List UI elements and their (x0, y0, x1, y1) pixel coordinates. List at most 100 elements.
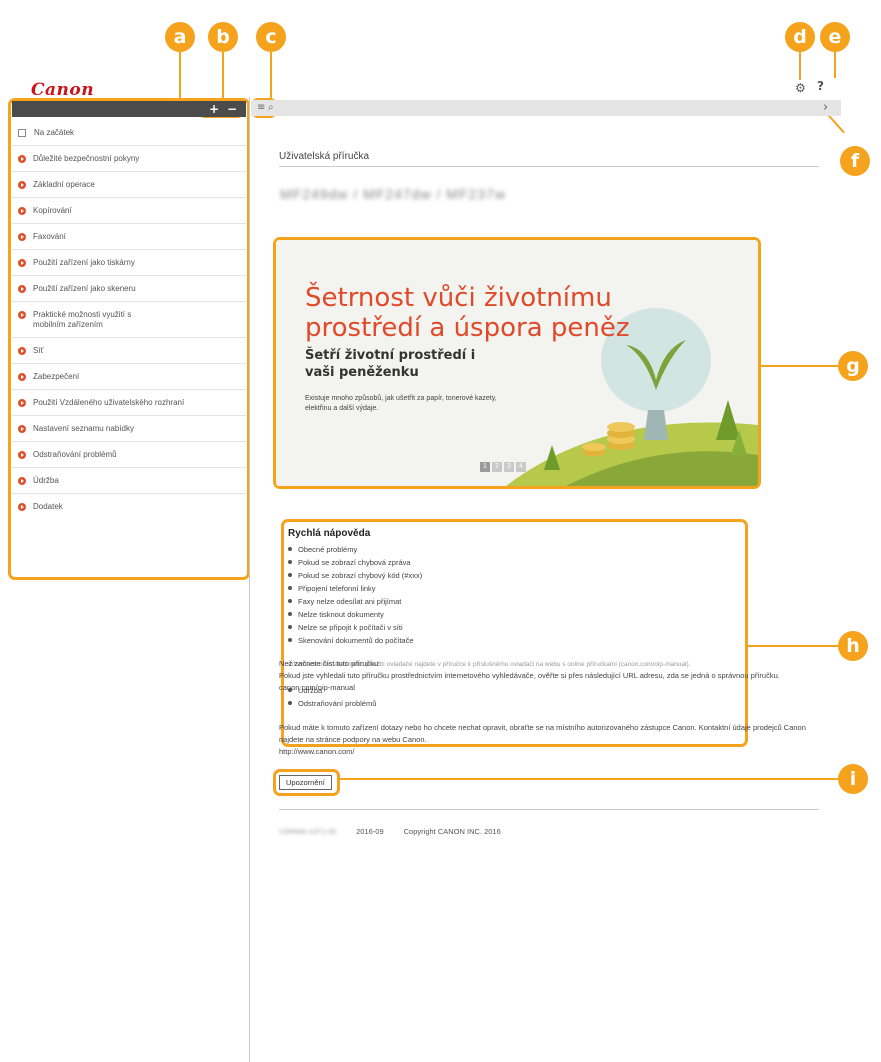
quick-help-link[interactable]: Odstraňování problémů (288, 697, 738, 710)
sidebar-item-label: Kopírování (33, 206, 72, 215)
search-icon[interactable]: ⌕ (268, 102, 274, 113)
content-divider (249, 97, 250, 1062)
arrow-bullet-icon (18, 477, 26, 485)
sidebar-item[interactable]: Dodatek (12, 494, 246, 519)
quick-help-link[interactable]: Nelze se připojit k počítači v síti (288, 621, 738, 634)
callout-f: f (840, 146, 870, 176)
quick-help-link[interactable]: Pokud se zobrazí chybový kód (#xxx) (288, 569, 738, 582)
model-name: MF249dw / MF247dw / MF237w (280, 186, 506, 202)
callout-b: b (208, 22, 238, 52)
carousel-pagination: 1 2 3 4 (480, 462, 526, 472)
sidebar-item[interactable]: Praktické možnosti využití s mobilním za… (12, 302, 246, 338)
sidebar-item[interactable]: Na začátek (12, 120, 246, 146)
collapse-all-icon[interactable]: − (227, 103, 237, 115)
publish-date: 2016-09 (356, 827, 384, 836)
callout-g: g (838, 351, 868, 381)
sidebar: + − Na začátek Důležité bezpečnostní pok… (10, 100, 248, 578)
toolbar: ≡ ⌕ › (251, 100, 841, 116)
arrow-bullet-icon (18, 347, 26, 355)
sidebar-item-label: Na začátek (34, 128, 75, 137)
banner-carousel[interactable]: Šetrnost vůči životnímu prostředí a úspo… (276, 240, 758, 486)
leader-c (270, 52, 272, 98)
arrow-bullet-icon (18, 451, 26, 459)
leader-h (748, 645, 838, 647)
carousel-page[interactable]: 2 (492, 462, 502, 472)
table-of-contents: Na začátek Důležité bezpečnostní pokyny … (12, 120, 246, 519)
sidebar-item-label: Použití Vzdáleného uživatelského rozhran… (33, 398, 185, 407)
arrow-bullet-icon (18, 503, 26, 511)
document-code: USRMA-1371-00 (279, 827, 337, 836)
callout-c: c (256, 22, 286, 52)
arrow-bullet-icon (18, 207, 26, 215)
arrow-bullet-icon (18, 233, 26, 241)
sidebar-item-label: Údržba (33, 476, 59, 485)
sidebar-item[interactable]: Použití zařízení jako skeneru (12, 276, 246, 302)
quick-help-link[interactable]: Skenování dokumentů do počítače (288, 634, 738, 647)
quick-help-list: Obecné problémy Pokud se zobrazí chybová… (288, 543, 738, 647)
sidebar-item-label: Faxování (33, 232, 66, 241)
sidebar-item[interactable]: Použití zařízení jako tiskárny (12, 250, 246, 276)
leader-d (799, 52, 801, 80)
arrow-bullet-icon (18, 181, 26, 189)
banner-title: Šetrnost vůči životnímu prostředí a úspo… (305, 283, 630, 343)
callout-d: d (785, 22, 815, 52)
sidebar-item[interactable]: Základní operace (12, 172, 246, 198)
footer-divider (279, 809, 819, 810)
quick-help-link[interactable]: Pokud se zobrazí chybová zpráva (288, 556, 738, 569)
sidebar-item[interactable]: Důležité bezpečnostní pokyny (12, 146, 246, 172)
title-divider (279, 166, 819, 167)
canon-link[interactable]: http://www.canon.com/ (279, 746, 819, 758)
arrow-bullet-icon (18, 259, 26, 267)
sidebar-item[interactable]: Nastavení seznamu nabídky (12, 416, 246, 442)
carousel-page[interactable]: 1 (480, 462, 490, 472)
info-text: Pokud máte k tomuto zařízení dotazy nebo… (279, 723, 806, 744)
callout-i: i (838, 764, 868, 794)
help-icon[interactable]: ? (817, 79, 824, 93)
page-title: Uživatelská příručka (279, 151, 370, 162)
sidebar-item[interactable]: Použití Vzdáleného uživatelského rozhran… (12, 390, 246, 416)
settings-icon[interactable]: ⚙ (795, 81, 806, 95)
quick-help-link[interactable]: Obecné problémy (288, 543, 738, 556)
list-icon[interactable]: ≡ (257, 102, 265, 113)
sidebar-item-label: Dodatek (33, 502, 63, 511)
quick-help-link[interactable]: Připojení telefonní linky (288, 582, 738, 595)
arrow-bullet-icon (18, 425, 26, 433)
leader-a (179, 52, 181, 100)
sidebar-item-label: Zabezpečení (33, 372, 80, 381)
manual-link[interactable]: canon.com/oip-manual (279, 682, 819, 694)
quick-help-link[interactable]: Nelze tisknout dokumenty (288, 608, 738, 621)
sidebar-item-label: Nastavení seznamu nabídky (33, 424, 134, 433)
document-icon (18, 129, 26, 137)
expand-all-icon[interactable]: + (209, 103, 219, 115)
sidebar-item[interactable]: Odstraňování problémů (12, 442, 246, 468)
sidebar-item[interactable]: Údržba (12, 468, 246, 494)
callout-a: a (165, 22, 195, 52)
sidebar-item-label: Použití zařízení jako tiskárny (33, 258, 135, 267)
sidebar-item[interactable]: Síť (12, 338, 246, 364)
canon-logo[interactable]: Canon (31, 80, 94, 100)
sidebar-item[interactable]: Faxování (12, 224, 246, 250)
sidebar-header: + − (12, 101, 246, 117)
sidebar-item-label: Praktické možnosti využití s mobilním za… (33, 310, 132, 329)
leader-i (340, 778, 838, 780)
arrow-bullet-icon (18, 155, 26, 163)
sidebar-item-label: Síť (33, 346, 44, 355)
arrow-bullet-icon (18, 373, 26, 381)
leader-g (759, 365, 838, 367)
carousel-page[interactable]: 4 (516, 462, 526, 472)
sidebar-item-label: Důležité bezpečnostní pokyny (33, 154, 140, 163)
notice-button[interactable]: Upozornění (279, 775, 332, 790)
leader-b (222, 52, 224, 98)
info-text: Pokud jste vyhledali tuto příručku prost… (279, 671, 780, 680)
footer: USRMA-1371-00 2016-09 Copyright CANON IN… (279, 827, 501, 836)
banner-subtitle: Šetří životní prostředí i vaši peněženku (305, 348, 476, 380)
carousel-page[interactable]: 3 (504, 462, 514, 472)
arrow-bullet-icon (18, 311, 26, 319)
callout-h: h (838, 631, 868, 661)
sidebar-item[interactable]: Zabezpečení (12, 364, 246, 390)
quick-help-link[interactable]: Faxy nelze odesílat ani přijímat (288, 595, 738, 608)
sidebar-item[interactable]: Kopírování (12, 198, 246, 224)
info-heading: Než začnete číst tuto příručku: (279, 659, 381, 668)
next-page-icon[interactable]: › (823, 100, 828, 115)
leader-e (834, 52, 836, 78)
